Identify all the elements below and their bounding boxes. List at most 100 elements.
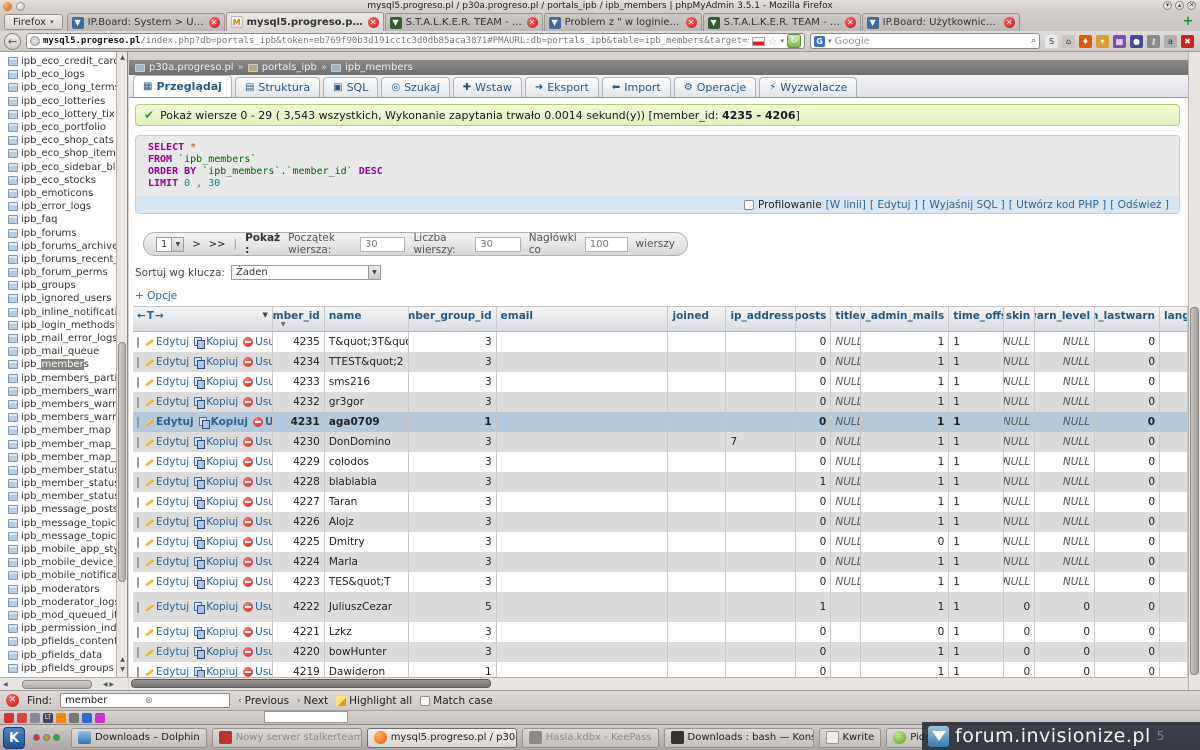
new-tab-button[interactable]: +: [1178, 14, 1198, 30]
tab-operations[interactable]: ⚙Operacje: [674, 77, 757, 97]
highlight-all-button[interactable]: Highlight all: [336, 695, 412, 707]
scroll-down-icon[interactable]: ▼: [118, 666, 127, 673]
url-dropdown-icon[interactable]: ▾: [780, 37, 784, 45]
sidebar-table-ipb_eco_credit_cards[interactable]: ipb_eco_credit_cards: [0, 55, 117, 68]
sidebar-table-ipb_message_topic_use[interactable]: ipb_message_topic_use: [0, 530, 117, 543]
delete-row-link[interactable]: Usuń: [243, 536, 273, 548]
sidebar-table-ipb_eco_sidebar_blocks[interactable]: ipb_eco_sidebar_blocks: [0, 161, 117, 174]
page-select[interactable]: 1▼: [156, 237, 184, 252]
sidebar-vertical-scrollbar[interactable]: ▲ ▲ ▼: [116, 52, 127, 677]
copy-row-link[interactable]: Kopiuj: [194, 516, 238, 528]
sidebar-table-ipb_members_partial[interactable]: ipb_members_partial: [0, 372, 117, 385]
edit-row-link[interactable]: Edytuj: [144, 516, 189, 528]
breadcrumb-table[interactable]: ipb_members: [345, 62, 413, 73]
column-header-time_offset[interactable]: time_offset: [949, 307, 1004, 331]
delete-row-link[interactable]: Usuń: [243, 356, 273, 368]
sidebar-table-ipb_member_map_cma[interactable]: ipb_member_map_cma: [0, 451, 117, 464]
scroll-left-icon[interactable]: ◀: [3, 681, 8, 688]
taskbar-item-konsole[interactable]: Downloads : bash — Konsole: [664, 728, 814, 748]
scroll-up2-icon[interactable]: ▲: [118, 656, 127, 663]
flame-icon[interactable]: ♦: [1079, 35, 1092, 48]
breadcrumb-database[interactable]: portals_ipb: [262, 62, 317, 73]
copy-row-link[interactable]: Kopiuj: [194, 476, 238, 488]
sidebar-table-ipb_moderators[interactable]: ipb_moderators: [0, 583, 117, 596]
row-checkbox[interactable]: [137, 337, 139, 348]
browser-tab-0[interactable]: ▼IP.Board: System > Ustawienia✕: [67, 13, 225, 31]
taskbar-item-kwrite[interactable]: Kwrite: [819, 728, 882, 748]
copy-row-link[interactable]: Kopiuj: [194, 436, 238, 448]
edit-row-link[interactable]: Edytuj: [144, 536, 189, 548]
row-checkbox[interactable]: [137, 377, 139, 388]
row-checkbox[interactable]: [137, 537, 139, 548]
sidebar-table-ipb_mobile_app_style[interactable]: ipb_mobile_app_style: [0, 543, 117, 556]
sidebar-hscroll-thumb[interactable]: [22, 680, 92, 689]
delete-row-link[interactable]: Usuń: [243, 646, 273, 658]
find-clear-icon[interactable]: ⊗: [145, 696, 225, 706]
check-all-arrows-icon[interactable]: ←T→: [137, 310, 165, 322]
sidebar-table-ipb_members_warn_act[interactable]: ipb_members_warn_act: [0, 385, 117, 398]
copy-row-link[interactable]: Kopiuj: [194, 646, 238, 658]
statusbar-block-icon[interactable]: [4, 713, 14, 723]
row-count-input[interactable]: 30: [475, 237, 521, 252]
sidebar-table-ipb_mail_error_logs[interactable]: ipb_mail_error_logs: [0, 332, 117, 345]
kde-menu-button[interactable]: K: [3, 727, 25, 749]
column-header-name[interactable]: name: [325, 307, 409, 331]
tab-import[interactable]: ⬅Import: [602, 77, 671, 97]
sidebar-table-ipb_eco_stocks[interactable]: ipb_eco_stocks: [0, 174, 117, 187]
reload-button[interactable]: ↻: [787, 34, 801, 48]
copy-row-link[interactable]: Kopiuj: [199, 416, 248, 428]
edit-row-link[interactable]: Edytuj: [144, 336, 189, 348]
sidebar-table-ipb_message_posts[interactable]: ipb_message_posts: [0, 503, 117, 516]
sql-action-link-4[interactable]: [ Odśwież ]: [1110, 199, 1169, 211]
edit-row-link[interactable]: Edytuj: [144, 576, 189, 588]
sidebar-table-ipb_eco_shop_items[interactable]: ipb_eco_shop_items: [0, 147, 117, 160]
statusbar-orange-icon[interactable]: [56, 713, 66, 723]
sql-action-link-0[interactable]: [W linii]: [826, 199, 866, 211]
copy-row-link[interactable]: Kopiuj: [194, 536, 238, 548]
sql-action-link-2[interactable]: [ Wyjaśnij SQL ]: [922, 199, 1005, 211]
row-checkbox[interactable]: [137, 602, 139, 613]
sidebar-table-ipb_member_map[interactable]: ipb_member_map: [0, 424, 117, 437]
statusbar-gray-icon[interactable]: [69, 713, 79, 723]
copy-row-link[interactable]: Kopiuj: [194, 456, 238, 468]
sidebar-table-ipb_forum_perms[interactable]: ipb_forum_perms: [0, 266, 117, 279]
google-engine-icon[interactable]: G: [814, 36, 825, 47]
headers-every-input[interactable]: 100: [585, 237, 628, 252]
sidebar-table-ipb_eco_portfolio[interactable]: ipb_eco_portfolio: [0, 121, 117, 134]
delete-row-link[interactable]: Usuń: [243, 436, 273, 448]
match-case-checkbox[interactable]: Match case: [420, 695, 493, 707]
tab-close-button[interactable]: ✕: [1004, 17, 1015, 28]
check-all-header[interactable]: ←T→ ▼: [133, 307, 273, 331]
sidebar-table-ipb_inline_notifications[interactable]: ipb_inline_notifications: [0, 306, 117, 319]
edit-row-link[interactable]: Edytuj: [144, 396, 189, 408]
row-checkbox[interactable]: [137, 397, 139, 408]
tab-export[interactable]: ➜Eksport: [525, 77, 599, 97]
home-icon[interactable]: ⌂: [1062, 35, 1075, 48]
scrapbook-icon[interactable]: S: [1045, 35, 1058, 48]
sql-action-link-3[interactable]: [ Utwórz kod PHP ]: [1009, 199, 1107, 211]
copy-row-link[interactable]: Kopiuj: [194, 336, 238, 348]
sidebar-table-ipb_member_status_rej[interactable]: ipb_member_status_rej: [0, 477, 117, 490]
sidebar-table-ipb_faq[interactable]: ipb_faq: [0, 213, 117, 226]
copy-row-link[interactable]: Kopiuj: [194, 396, 238, 408]
sidebar-table-ipb_groups[interactable]: ipb_groups: [0, 279, 117, 292]
edit-row-link[interactable]: Edytuj: [144, 356, 189, 368]
column-header-member_group_id[interactable]: member_group_id: [409, 307, 497, 331]
sidebar-table-ipb_error_logs[interactable]: ipb_error_logs: [0, 200, 117, 213]
browser-tab-4[interactable]: ▼S.T.A.L.K.E.R. TEAM - News✕: [703, 13, 861, 31]
row-checkbox[interactable]: [137, 437, 139, 448]
row-checkbox[interactable]: [137, 497, 139, 508]
firefox-menu-button[interactable]: Firefox ▾: [4, 14, 63, 30]
row-checkbox[interactable]: [137, 457, 139, 468]
last-page-button[interactable]: >>: [209, 239, 226, 250]
find-previous-button[interactable]: ‹ Previous: [238, 695, 289, 707]
column-header-email[interactable]: email: [497, 307, 669, 331]
page-vscroll-thumb[interactable]: [1190, 307, 1199, 675]
column-options-icon[interactable]: ▼: [262, 311, 267, 319]
column-header-member_id[interactable]: member_id▼: [273, 307, 325, 331]
taskbar-item-firefox[interactable]: mysql5.progreso.pl / p30a.pro: [367, 728, 517, 748]
row-checkbox[interactable]: [137, 627, 139, 638]
sidebar-table-ipb_forums_recent_pos[interactable]: ipb_forums_recent_pos: [0, 253, 117, 266]
copy-row-link[interactable]: Kopiuj: [194, 496, 238, 508]
sidebar-table-ipb_members[interactable]: ipb_members: [0, 358, 117, 371]
